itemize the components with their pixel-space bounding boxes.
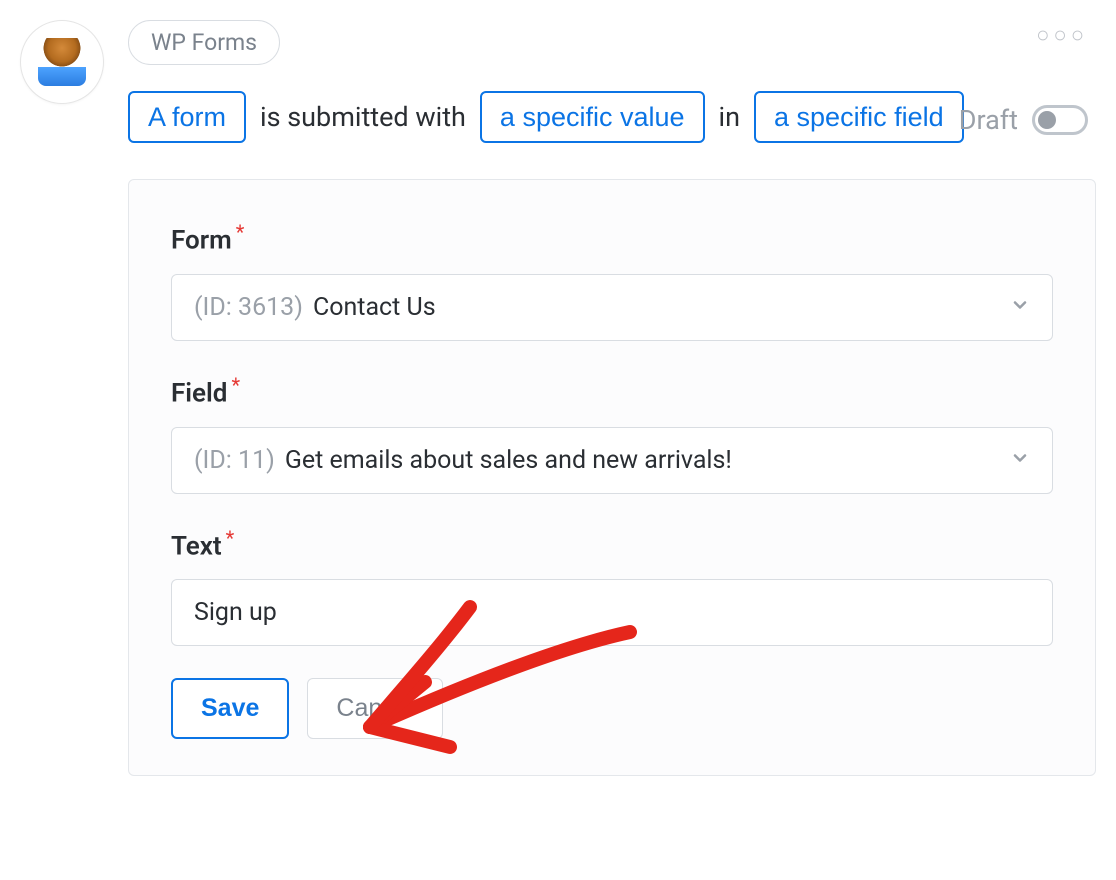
- required-asterisk-icon: *: [226, 526, 235, 550]
- trigger-sentence: A form is submitted with a specific valu…: [128, 91, 1096, 143]
- token-value[interactable]: a specific value: [480, 91, 705, 143]
- text-input[interactable]: [171, 579, 1053, 646]
- cancel-button[interactable]: Cancel: [307, 678, 443, 739]
- save-button[interactable]: Save: [171, 678, 289, 739]
- field-select-name: Get emails about sales and new arrivals!: [285, 446, 732, 475]
- form-select-name: Contact Us: [313, 293, 436, 322]
- form-select[interactable]: (ID: 3613) Contact Us: [171, 274, 1053, 341]
- publish-toggle[interactable]: [1032, 105, 1088, 135]
- sentence-text: in: [719, 101, 740, 133]
- status-label: Draft: [959, 104, 1018, 136]
- chevron-down-icon: [1010, 446, 1030, 475]
- sentence-text: is submitted with: [260, 101, 466, 133]
- integration-avatar: [20, 20, 104, 104]
- field-select-id: (ID: 11): [194, 446, 275, 475]
- required-asterisk-icon: *: [231, 373, 240, 397]
- field-select[interactable]: (ID: 11) Get emails about sales and new …: [171, 427, 1053, 494]
- config-panel: Form* (ID: 3613) Contact Us Field* (ID: …: [128, 179, 1096, 776]
- text-label: Text*: [171, 526, 1053, 562]
- token-field[interactable]: a specific field: [754, 91, 964, 143]
- required-asterisk-icon: *: [236, 220, 245, 244]
- form-select-id: (ID: 3613): [194, 293, 303, 322]
- toggle-knob-icon: [1038, 111, 1056, 129]
- integration-chip[interactable]: WP Forms: [128, 20, 280, 65]
- field-label: Field*: [171, 373, 1053, 409]
- token-form[interactable]: A form: [128, 91, 246, 143]
- more-options-icon[interactable]: ○○○: [1036, 22, 1088, 48]
- form-label: Form*: [171, 220, 1053, 256]
- chevron-down-icon: [1010, 293, 1030, 322]
- wpforms-logo-icon: [38, 38, 86, 86]
